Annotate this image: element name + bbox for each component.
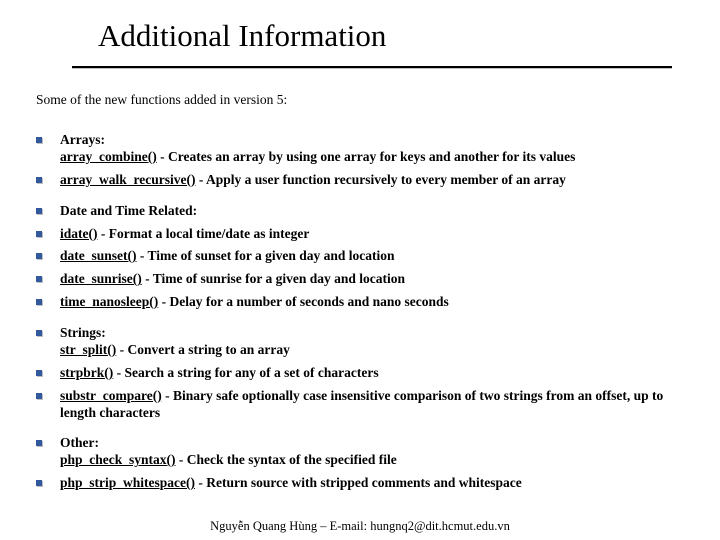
function-name: time_nanosleep() (60, 294, 158, 309)
list-item: Strings:str_split() - Convert a string t… (36, 325, 690, 359)
function-name: date_sunset() (60, 248, 137, 263)
function-desc: - Delay for a number of seconds and nano… (158, 294, 449, 309)
group: Arrays:array_combine() - Creates an arra… (36, 132, 690, 189)
list-item: date_sunrise() - Time of sunrise for a g… (36, 271, 690, 288)
bullet-icon (36, 370, 42, 376)
list-item: Date and Time Related: (36, 203, 690, 220)
function-name: substr_compare() (60, 388, 162, 403)
function-desc: - Time of sunset for a given day and loc… (137, 248, 395, 263)
list-item: time_nanosleep() - Delay for a number of… (36, 294, 690, 311)
bullet-icon (36, 177, 42, 183)
list-item: Other:php_check_syntax() - Check the syn… (36, 435, 690, 469)
group-heading: Arrays: (60, 132, 575, 149)
function-name: array_combine() (60, 149, 157, 164)
bullet-icon (36, 231, 42, 237)
function-name: date_sunrise() (60, 271, 142, 286)
function-name: array_walk_recursive() (60, 172, 195, 187)
slide-title: Additional Information (98, 18, 720, 54)
group-heading: Date and Time Related: (60, 203, 197, 220)
footer-text: Nguyễn Quang Hùng – E-mail: hungnq2@dit.… (0, 519, 720, 534)
group-heading: Other: (60, 435, 397, 452)
list-item: array_walk_recursive() - Apply a user fu… (36, 172, 690, 189)
list-item: php_strip_whitespace() - Return source w… (36, 475, 690, 492)
bullet-icon (36, 299, 42, 305)
function-desc: - Format a local time/date as integer (98, 226, 310, 241)
bullet-icon (36, 208, 42, 214)
list-item: substr_compare() - Binary safe optionall… (36, 388, 690, 422)
list-item: date_sunset() - Time of sunset for a giv… (36, 248, 690, 265)
bullet-icon (36, 440, 42, 446)
list-item: Arrays:array_combine() - Creates an arra… (36, 132, 690, 166)
function-desc: - Convert a string to an array (116, 342, 290, 357)
content-area: Arrays:array_combine() - Creates an arra… (0, 108, 720, 492)
bullet-icon (36, 480, 42, 486)
function-name: php_strip_whitespace() (60, 475, 195, 490)
function-desc: - Time of sunrise for a given day and lo… (142, 271, 405, 286)
function-desc: - Search a string for any of a set of ch… (113, 365, 378, 380)
function-name: strpbrk() (60, 365, 113, 380)
group: Date and Time Related: idate() - Format a… (36, 203, 690, 311)
intro-text: Some of the new functions added in versi… (0, 68, 720, 108)
list-item: idate() - Format a local time/date as in… (36, 226, 690, 243)
bullet-icon (36, 393, 42, 399)
bullet-icon (36, 137, 42, 143)
function-desc: - Creates an array by using one array fo… (157, 149, 576, 164)
group-heading: Strings: (60, 325, 290, 342)
function-name: str_split() (60, 342, 116, 357)
bullet-icon (36, 276, 42, 282)
bullet-icon (36, 330, 42, 336)
list-item: strpbrk() - Search a string for any of a… (36, 365, 690, 382)
function-desc: - Check the syntax of the specified file (176, 452, 397, 467)
function-desc: - Apply a user function recursively to e… (195, 172, 565, 187)
group: Other:php_check_syntax() - Check the syn… (36, 435, 690, 492)
bullet-icon (36, 253, 42, 259)
group: Strings:str_split() - Convert a string t… (36, 325, 690, 421)
function-desc: - Return source with stripped comments a… (195, 475, 522, 490)
function-name: php_check_syntax() (60, 452, 176, 467)
function-name: idate() (60, 226, 98, 241)
